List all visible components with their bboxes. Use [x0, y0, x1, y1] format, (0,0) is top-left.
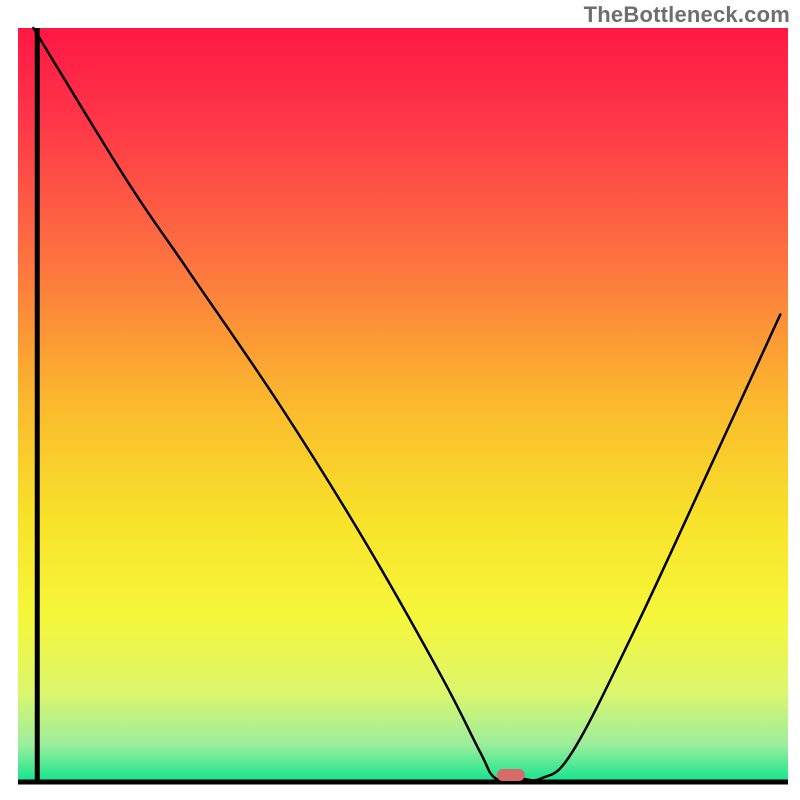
chart-frame: TheBottleneck.com: [0, 0, 800, 800]
bottleneck-chart: [0, 0, 800, 800]
optimal-point-marker: [497, 769, 525, 781]
watermark-text: TheBottleneck.com: [584, 2, 790, 28]
chart-background: [18, 28, 788, 782]
